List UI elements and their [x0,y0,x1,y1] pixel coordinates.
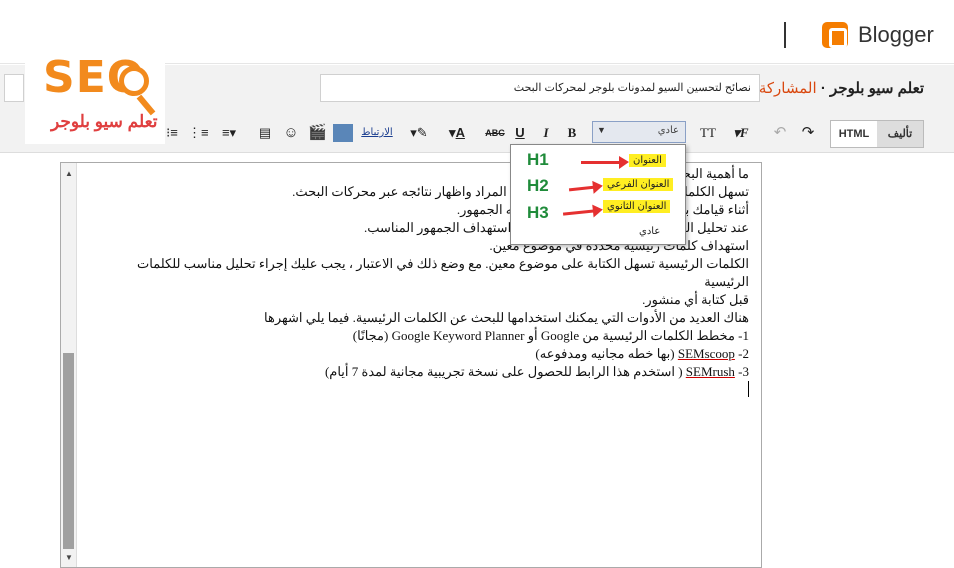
font-button[interactable]: ▾F [730,123,752,143]
list-item-suffix: (بها خطه مجانيه ومدفوعه) [535,346,675,361]
list-item: 3- SEMrush ( استخدم هذا الرابط للحصول عل… [101,363,749,381]
list-item-prefix: 3- [738,364,749,379]
style-selected-value: عادي [657,125,679,136]
blogger-logo-icon[interactable] [822,22,848,48]
option-minor-heading[interactable]: العنوان الثانوي [603,200,671,213]
scroll-up-icon[interactable]: ▲ [65,169,73,178]
editor-line: الكلمات الرئيسية تسهل الكتابة على موضوع … [137,256,749,289]
numbered-list-icon[interactable]: ⋮≡ [188,123,209,143]
underline-button[interactable]: U [512,123,528,143]
app-name[interactable]: Blogger [858,22,934,48]
list-item-prefix: 1- مخطط الكلمات الرئيسية من Google أو [527,328,749,343]
blog-title[interactable]: تعلم سيو بلوجر [830,80,924,97]
jump-break-icon[interactable]: ▤ [256,123,274,143]
seo-watermark-logo: SEO تعلم سيو بلوجر [25,48,165,144]
arrow-h2-icon [568,185,596,192]
link-button[interactable]: الارتباط [360,123,394,143]
tool-name: Google Keyword Planner [391,328,525,343]
font-size-label: TT [700,125,716,140]
header-divider [784,22,786,48]
style-dropdown: العنوان العنوان الفرعي العنوان الثانوي ع… [510,144,686,245]
tool-name: SEMscoop [677,346,735,361]
blog-breadcrumb: تعلم سيو بلوجر · المشاركة [759,79,924,97]
tab-compose[interactable]: تأليف [877,121,923,147]
text-cursor [748,381,749,397]
h3-badge: H3 [527,203,549,222]
editor-line: هناك العديد من الأدوات التي يمكنك استخدا… [264,310,749,325]
post-title-input[interactable]: نصائح لتحسين السيو لمدونات بلوجر لمحركات… [320,74,760,102]
seo-logo-tagline: تعلم سيو بلوجر [51,112,158,131]
italic-button[interactable]: I [538,123,554,143]
undo-icon[interactable]: ↶ [772,123,788,143]
arrow-h3-icon [562,209,596,216]
editor-line: قبل كتابة أي منشور. [642,292,749,307]
list-item-suffix: (مجانًا) [352,328,389,343]
font-label: F [739,125,749,140]
option-subheading[interactable]: العنوان الفرعي [603,178,674,191]
tab-html[interactable]: HTML [831,121,877,147]
h2-badge: H2 [527,176,549,195]
editor-scrollbar[interactable]: ▲ ▼ [61,163,77,567]
redo-icon[interactable]: ↷ [800,123,816,143]
style-select[interactable]: ▼ عادي [592,121,686,143]
emoji-icon[interactable]: ☺ [282,123,300,143]
option-heading[interactable]: العنوان [629,154,666,167]
h1-badge: H1 [527,150,549,169]
video-icon[interactable]: 🎬 [308,123,327,143]
image-icon[interactable] [333,124,353,142]
post-label: المشاركة [758,80,817,97]
option-normal[interactable]: عادي [635,225,664,238]
highlight-icon[interactable]: ▾✎ [404,123,434,143]
magnifier-icon [119,66,149,96]
chevron-down-icon: ▼ [597,125,606,135]
align-icon[interactable]: ≡▾ [218,123,240,143]
strikethrough-button[interactable]: ABC [484,123,506,143]
list-item: 1- مخطط الكلمات الرئيسية من Google أو Go… [101,327,749,345]
list-item-prefix: 2- [738,346,749,361]
tool-name: SEMrush [685,364,735,379]
font-size-button[interactable]: TT [696,123,720,143]
list-item-suffix: ( استخدم هذا الرابط للحصول على نسخة تجري… [324,364,683,379]
text-color-button[interactable]: ▾A [442,123,472,143]
arrow-h1-icon [581,156,629,169]
scroll-down-icon[interactable]: ▼ [65,553,73,562]
labels-field[interactable] [4,74,24,102]
mode-tabs: HTML تأليف [830,120,924,148]
list-item: 2- SEMscoop (بها خطه مجانيه ومدفوعه) [101,345,749,363]
text-cursor-line [101,381,749,402]
text-color-icon: A [455,125,465,140]
bold-button[interactable]: B [564,123,580,143]
scroll-thumb[interactable] [63,353,74,549]
breadcrumb-separator: · [820,80,826,97]
bullet-list-icon[interactable]: ⁝≡ [162,123,182,143]
